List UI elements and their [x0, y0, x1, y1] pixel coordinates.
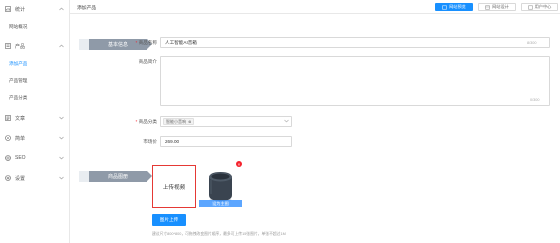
chevron-up-icon: [58, 43, 64, 49]
sidebar-group-label: 产品: [15, 43, 26, 50]
main-content: 基本信息 * 商品名称 人工智能AI音箱 8/300 商品简介 0/300 * …: [70, 14, 560, 243]
product-desc-textarea[interactable]: [160, 56, 550, 106]
site-preview-label: 网站预览: [449, 4, 466, 9]
page-title: 添加产品: [77, 6, 97, 11]
sidebar-group-label: 简单: [15, 135, 26, 142]
settings-icon: [5, 175, 11, 181]
product-desc-counter: 0/300: [530, 98, 540, 102]
chevron-down-icon: [58, 155, 64, 161]
sidebar-item-add-product[interactable]: 添加产品: [9, 58, 70, 70]
category-tag: 智能小音响 ⊗: [163, 118, 195, 125]
design-icon: [485, 5, 490, 10]
product-desc-label: 商品简介: [138, 59, 157, 64]
chevron-down-icon: [284, 119, 289, 124]
sidebar-group-stats[interactable]: 统计: [0, 2, 70, 16]
sidebar-group-label: SEO: [15, 155, 26, 161]
simple-icon: [5, 135, 11, 141]
user-center-label: 用户中心: [534, 4, 552, 9]
stats-icon: [5, 6, 11, 12]
header: 添加产品 网站预览 网站设计 用户中心: [70, 0, 560, 14]
product-name-label: * 商品名称: [117, 40, 157, 46]
product-icon: [5, 43, 11, 49]
sidebar-group-label: 文章: [15, 115, 26, 122]
section-title: 商品图册: [89, 171, 147, 182]
preview-icon: [442, 5, 447, 10]
chevron-down-icon: [58, 135, 64, 141]
category-tag-label: 智能小音响: [166, 118, 186, 124]
product-name-counter: 8/300: [527, 41, 537, 45]
sidebar-group-product[interactable]: 产品: [0, 39, 70, 53]
remove-image-icon[interactable]: ×: [236, 161, 242, 167]
chevron-up-icon: [58, 6, 64, 12]
user-icon: [527, 5, 533, 10]
upload-video-label: 上传视频: [162, 184, 186, 191]
chevron-down-icon: [58, 115, 64, 121]
product-name-label-text: 商品名称: [138, 40, 157, 45]
site-design-label: 网站设计: [492, 4, 509, 9]
upload-hint: 建议尺寸800*800，可拖拽改变图片顺序，最多可上传15张图片，单张不超过1M: [152, 232, 286, 236]
tag-close-icon[interactable]: ⊗: [188, 119, 191, 124]
product-name-input[interactable]: 人工智能AI音箱: [160, 37, 550, 48]
product-image-thumb[interactable]: 设为主图: [199, 164, 242, 207]
user-center-button[interactable]: 用户中心: [521, 3, 558, 11]
sidebar-item-product-category[interactable]: 产品分类: [9, 92, 70, 104]
product-category-label-text: 商品分类: [138, 119, 157, 124]
required-mark: *: [135, 119, 138, 124]
required-mark: *: [135, 40, 138, 45]
market-price-value: 269.00: [165, 139, 180, 144]
upload-image-button[interactable]: 图片上传: [152, 214, 186, 226]
sidebar-group-seo[interactable]: SEO: [0, 151, 70, 165]
sidebar: 统计 网站概况 产品 添加产品 产品管理 产品分类 文章 简单 SEO 设置: [0, 0, 70, 243]
sidebar-group-simple[interactable]: 简单: [0, 131, 70, 145]
market-price-input[interactable]: 269.00: [160, 136, 292, 147]
upload-video-button[interactable]: 上传视频: [152, 165, 196, 208]
section-band-bg: [79, 171, 89, 182]
section-band-bg: [79, 39, 89, 50]
set-main-image-button[interactable]: 设为主图: [199, 200, 242, 207]
sidebar-group-label: 统计: [15, 6, 26, 13]
product-category-label: * 商品分类: [117, 119, 157, 125]
sidebar-group-settings[interactable]: 设置: [0, 171, 70, 185]
sidebar-group-article[interactable]: 文章: [0, 111, 70, 125]
article-icon: [5, 115, 11, 121]
site-preview-button[interactable]: 网站预览: [435, 3, 473, 11]
sidebar-item-product-manage[interactable]: 产品管理: [9, 75, 70, 87]
product-category-select[interactable]: 智能小音响 ⊗: [160, 116, 292, 127]
product-name-value: 人工智能AI音箱: [165, 39, 197, 45]
section-media: 商品图册: [79, 171, 152, 182]
seo-icon: [5, 155, 11, 161]
sidebar-item-stats-overview[interactable]: 网站概况: [9, 21, 70, 33]
market-price-label: 市场价: [143, 139, 157, 144]
chevron-down-icon: [58, 175, 64, 181]
site-design-button[interactable]: 网站设计: [478, 3, 516, 11]
sidebar-group-label: 设置: [15, 175, 26, 182]
